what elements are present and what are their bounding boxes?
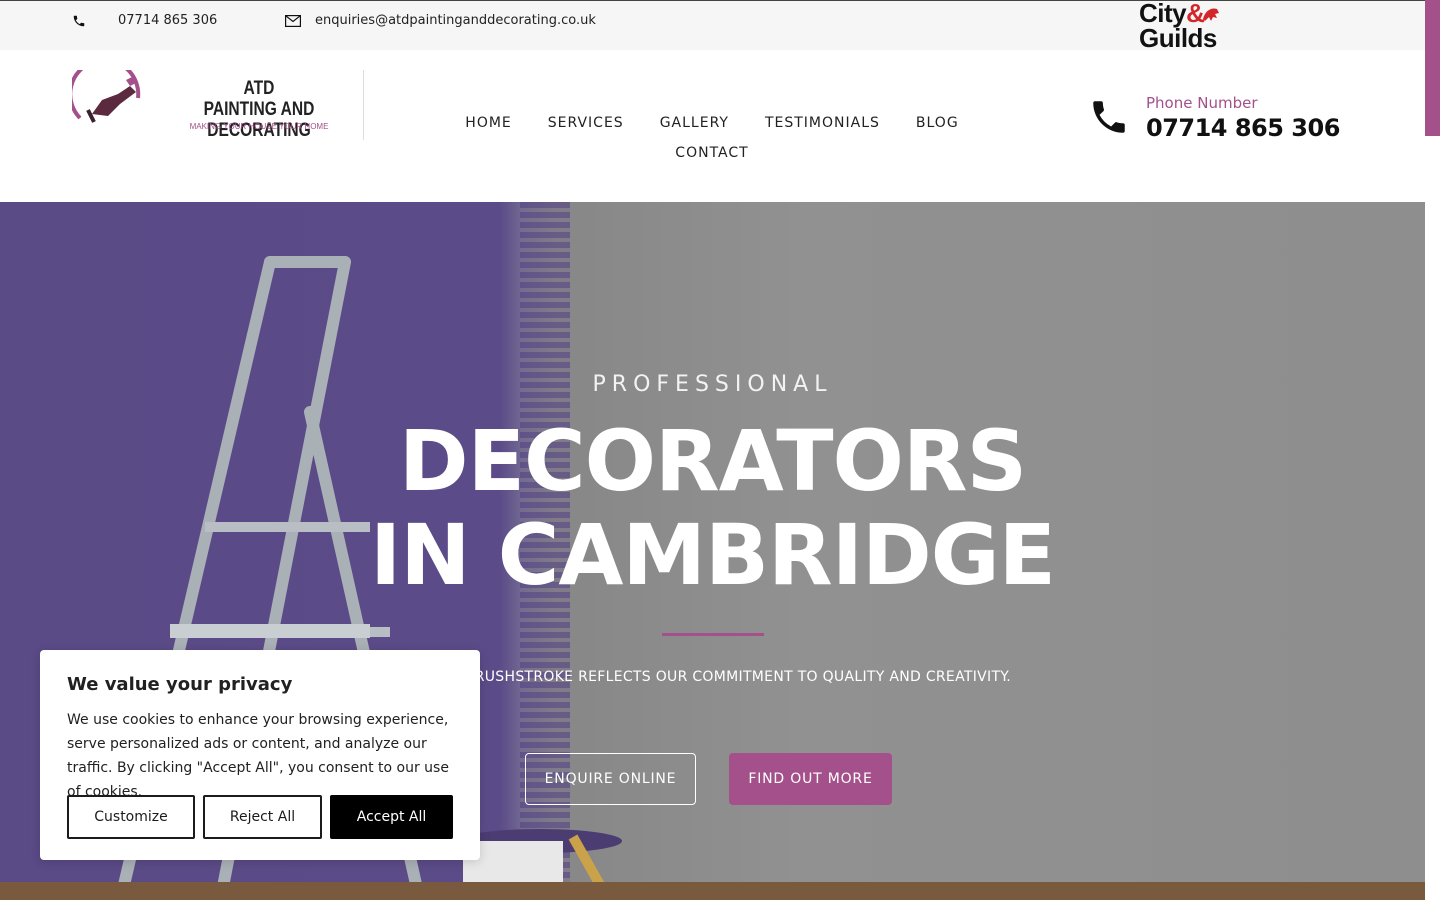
logo-title-line1: ATD <box>243 78 275 99</box>
hero-pretitle: PROFESSIONAL <box>592 372 833 397</box>
cookie-reject-button[interactable]: Reject All <box>203 795 322 839</box>
hero-title-line1: DECORATORS <box>398 412 1027 510</box>
cookie-accept-button[interactable]: Accept All <box>330 795 453 839</box>
envelope-icon <box>285 14 301 27</box>
scrollbar-thumb[interactable] <box>1425 0 1440 136</box>
cookie-consent-banner: We value your privacy We use cookies to … <box>40 650 480 860</box>
hero-title: DECORATORS IN CAMBRIDGE <box>0 414 1425 602</box>
phone-label: Phone Number <box>1146 94 1258 112</box>
nav-blog[interactable]: BLOG <box>916 108 959 138</box>
topbar-phone-text: 07714 865 306 <box>118 13 218 28</box>
logo-title-line2: PAINTING AND DECORATING <box>203 99 315 141</box>
main-nav: HOME SERVICES GALLERY TESTIMONIALS BLOG CONTA… <box>444 108 980 168</box>
hero-divider <box>662 633 764 636</box>
nav-testimonials[interactable]: TESTIMONIALS <box>765 108 880 138</box>
site-header: ATD PAINTING AND DECORATING MAKING YOUR … <box>0 50 1425 202</box>
enquire-online-button[interactable]: ENQUIRE ONLINE <box>525 753 696 805</box>
nav-services[interactable]: SERVICES <box>548 108 624 138</box>
paint-tin-image <box>458 829 622 887</box>
find-out-more-button[interactable]: FIND OUT MORE <box>729 753 892 805</box>
hero-title-line2: IN CAMBRIDGE <box>369 506 1056 604</box>
city-guilds-line2: Guilds <box>1139 23 1217 53</box>
topbar-phone[interactable]: 07714 865 306 <box>72 13 217 28</box>
scrollbar[interactable] <box>1425 0 1440 900</box>
topbar-email[interactable]: enquiries@atdpaintinganddecorating.co.uk <box>285 13 596 28</box>
city-guilds-logo: City& Guilds <box>1139 0 1229 53</box>
logo-title: ATD PAINTING AND DECORATING <box>173 78 345 141</box>
phone-number[interactable]: 07714 865 306 <box>1146 114 1346 142</box>
nav-home[interactable]: HOME <box>465 108 511 138</box>
logo-tagline: MAKING YOUR HOUSE YOUR HOME <box>189 122 329 131</box>
top-bar: 07714 865 306 enquiries@atdpaintingandde… <box>0 0 1425 53</box>
lion-icon <box>1203 8 1219 21</box>
nav-contact[interactable]: CONTACT <box>675 138 748 168</box>
phone-large-icon <box>1093 101 1125 133</box>
cookie-title: We value your privacy <box>67 674 293 695</box>
cookie-body: We use cookies to enhance your browsing … <box>67 712 449 800</box>
cookie-customize-button[interactable]: Customize <box>67 795 195 839</box>
nav-gallery[interactable]: GALLERY <box>660 108 729 138</box>
phone-icon <box>73 15 85 26</box>
brush-logo-icon <box>72 70 141 123</box>
topbar-email-text: enquiries@atdpaintinganddecorating.co.uk <box>315 13 596 28</box>
site-logo[interactable]: ATD PAINTING AND DECORATING MAKING YOUR … <box>72 70 364 141</box>
floor <box>0 882 1425 900</box>
